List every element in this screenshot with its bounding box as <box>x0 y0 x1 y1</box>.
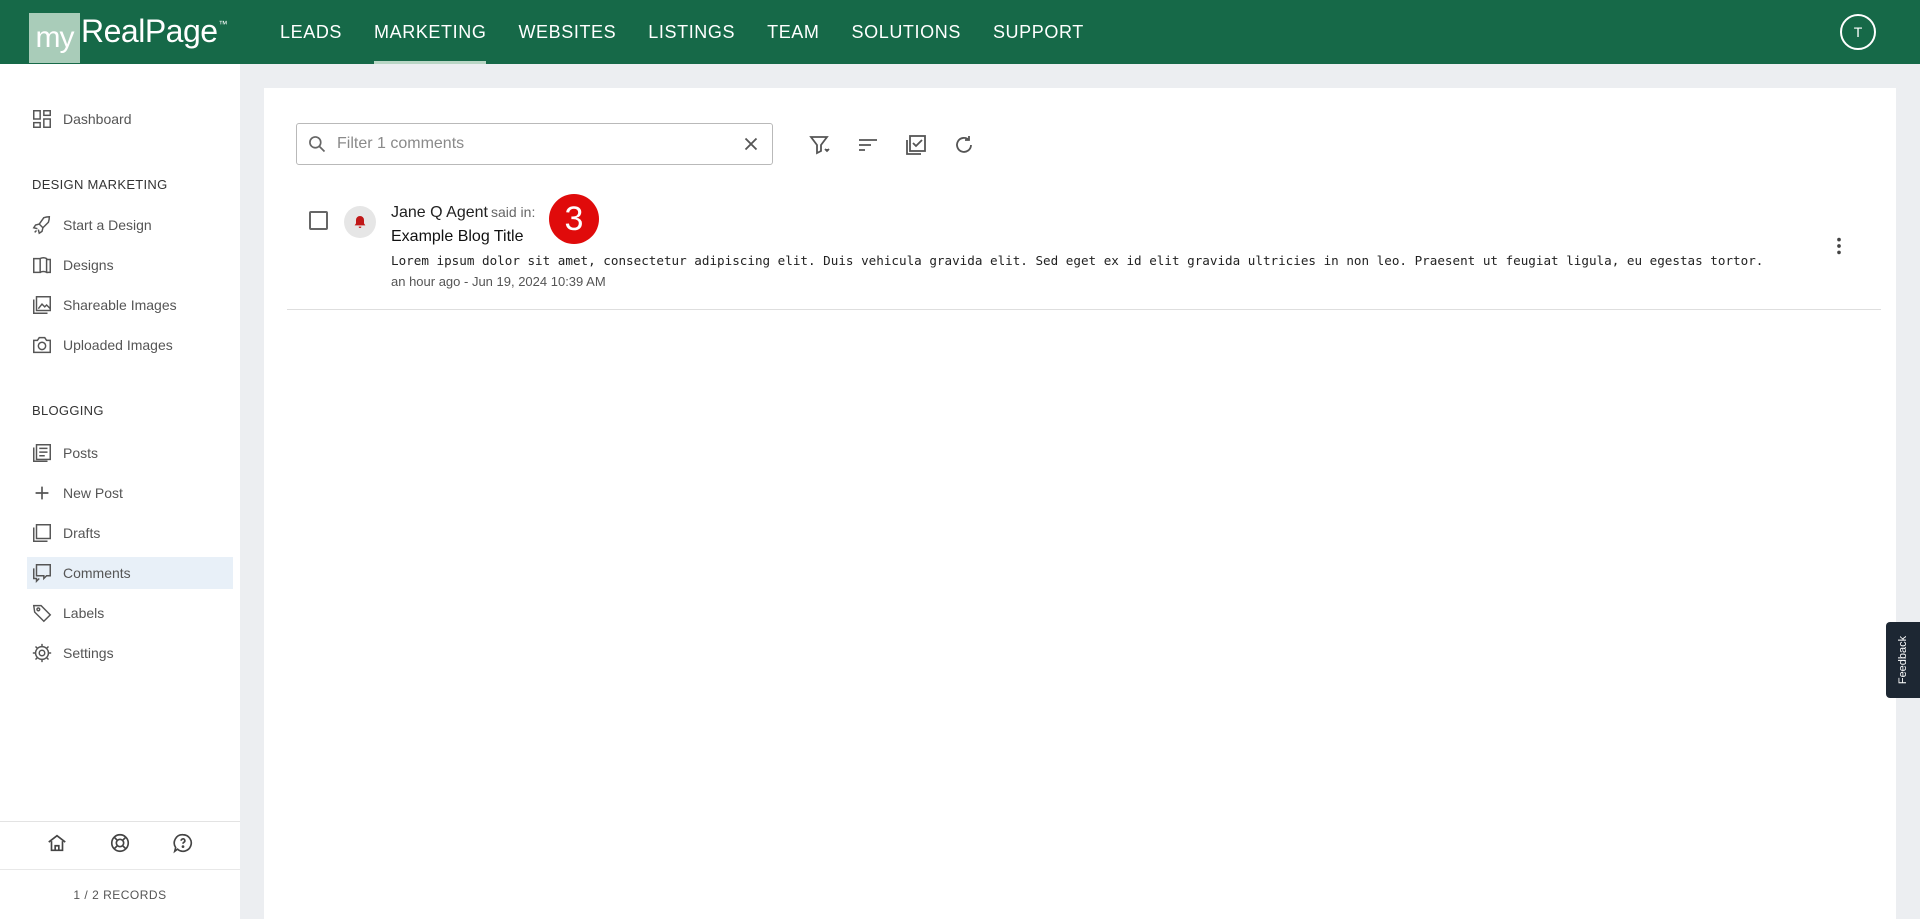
logo-name: RealPage <box>81 13 218 49</box>
sidebar: Dashboard DESIGN MARKETING Start a Desig… <box>0 64 240 919</box>
filter-icon <box>809 136 830 155</box>
filter-search-box <box>296 123 773 165</box>
myrealpage-logo[interactable]: my RealPage ™ <box>29 13 228 63</box>
section-heading-design: DESIGN MARKETING <box>32 177 168 192</box>
sidebar-footer-icons <box>0 822 240 870</box>
filter-menu-button[interactable] <box>806 131 834 159</box>
image-gallery-icon <box>29 292 55 318</box>
feedback-tab[interactable]: Feedback <box>1886 622 1920 698</box>
sidebar-footer: 1 / 2 RECORDS <box>0 821 240 919</box>
sidebar-item-label: New Post <box>63 485 123 501</box>
feedback-label: Feedback <box>1897 635 1909 685</box>
sidebar-item-label: Start a Design <box>63 217 152 233</box>
help-chat-icon[interactable] <box>172 832 194 859</box>
top-navigation-bar: my RealPage ™ LEADS MARKETING WEBSITES L… <box>0 0 1920 64</box>
posts-icon <box>29 440 55 466</box>
post-title-link[interactable]: Example Blog Title <box>391 228 524 246</box>
home-icon[interactable] <box>46 832 68 859</box>
sidebar-item-labels[interactable]: Labels <box>27 597 233 629</box>
nav-support[interactable]: SUPPORT <box>993 0 1084 64</box>
rocket-icon <box>29 212 55 238</box>
sidebar-item-label: Uploaded Images <box>63 337 173 353</box>
sidebar-item-label: Shareable Images <box>63 297 177 313</box>
nav-listings[interactable]: LISTINGS <box>648 0 735 64</box>
comment-author: Jane Q Agent <box>391 204 488 221</box>
search-icon <box>309 136 326 153</box>
tag-icon <box>29 600 55 626</box>
camera-icon <box>29 332 55 358</box>
support-lifebuoy-icon[interactable] <box>109 832 131 859</box>
nav-websites[interactable]: WEBSITES <box>518 0 616 64</box>
book-open-icon <box>29 252 55 278</box>
logo-trademark: ™ <box>218 19 228 29</box>
sidebar-item-new-post[interactable]: New Post <box>27 477 233 509</box>
sidebar-item-start-design[interactable]: Start a Design <box>27 209 233 241</box>
sort-icon <box>859 139 877 151</box>
section-heading-blogging: BLOGGING <box>32 403 104 418</box>
more-options-button[interactable] <box>1827 234 1851 258</box>
sidebar-item-comments[interactable]: Comments <box>27 557 233 589</box>
logo-my: my <box>29 13 80 63</box>
sidebar-item-uploaded-images[interactable]: Uploaded Images <box>27 329 233 361</box>
gear-icon <box>29 640 55 666</box>
comments-icon <box>29 560 55 586</box>
plus-icon <box>29 480 55 506</box>
sidebar-item-label: Comments <box>63 565 131 581</box>
refresh-button[interactable] <box>950 131 978 159</box>
close-icon[interactable] <box>740 133 762 155</box>
notification-bell-icon <box>344 206 376 238</box>
more-vertical-icon <box>1837 237 1841 255</box>
sort-button[interactable] <box>854 131 882 159</box>
sidebar-item-label: Dashboard <box>63 111 132 127</box>
nav-marketing[interactable]: MARKETING <box>374 0 487 64</box>
sidebar-item-label: Labels <box>63 605 105 621</box>
filter-comments-input[interactable] <box>337 135 740 153</box>
dashboard-icon <box>29 106 55 132</box>
sidebar-item-shareable-images[interactable]: Shareable Images <box>27 289 233 321</box>
checklist-icon <box>906 135 926 155</box>
records-count: 1 / 2 RECORDS <box>73 888 167 902</box>
comment-body: Lorem ipsum dolor sit amet, consectetur … <box>391 253 1764 268</box>
nav-team[interactable]: TEAM <box>767 0 819 64</box>
comment-author-line: Jane Q Agent said in: <box>391 204 535 222</box>
user-avatar[interactable]: T <box>1840 14 1876 50</box>
drafts-icon <box>29 520 55 546</box>
sidebar-item-label: Drafts <box>63 525 101 541</box>
sidebar-item-label: Posts <box>63 445 99 461</box>
sidebar-item-posts[interactable]: Posts <box>27 437 233 469</box>
annotation-badge: 3 <box>549 194 599 244</box>
sidebar-item-designs[interactable]: Designs <box>27 249 233 281</box>
sidebar-item-dashboard[interactable]: Dashboard <box>27 103 233 135</box>
comment-row[interactable]: Jane Q Agent said in: 3 Example Blog Titl… <box>287 186 1881 310</box>
said-in-label: said in: <box>490 204 536 220</box>
sidebar-item-label: Designs <box>63 257 114 273</box>
sidebar-item-settings[interactable]: Settings <box>27 637 233 669</box>
refresh-icon <box>956 136 972 153</box>
sidebar-item-label: Settings <box>63 645 114 661</box>
comments-panel: Jane Q Agentsaid in: 3 Example Blog Titl… <box>264 88 1896 919</box>
comment-checkbox[interactable] <box>309 211 328 230</box>
main-nav: LEADS MARKETING WEBSITES LISTINGS TEAM S… <box>264 0 1100 64</box>
comment-timestamp: an hour ago - Jun 19, 2024 10:39 AM <box>391 274 606 289</box>
sidebar-item-drafts[interactable]: Drafts <box>27 517 233 549</box>
nav-leads[interactable]: LEADS <box>280 0 342 64</box>
nav-solutions[interactable]: SOLUTIONS <box>852 0 961 64</box>
select-all-button[interactable] <box>902 131 930 159</box>
